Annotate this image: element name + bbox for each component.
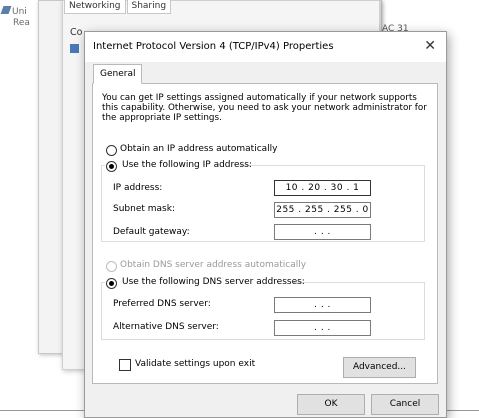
ip-manual-label[interactable]: Use the following IP address:	[122, 160, 252, 170]
dialog-title: Internet Protocol Version 4 (TCP/IPv4) P…	[93, 41, 334, 52]
bg-divider-left	[0, 410, 84, 411]
close-icon[interactable]: ✕	[424, 38, 436, 54]
ip-manual-option: Use the following IP address:	[105, 159, 252, 172]
ip-auto-radio[interactable]	[106, 145, 117, 156]
tab-general[interactable]: General	[93, 64, 143, 84]
subnet-mask-label: Subnet mask:	[113, 204, 175, 214]
dns-manual-radio[interactable]	[106, 278, 117, 289]
adapter-icon	[70, 44, 79, 53]
ipv4-properties-dialog: Internet Protocol Version 4 (TCP/IPv4) P…	[84, 31, 447, 418]
background-desktop-labels: Uni Rea	[0, 6, 30, 29]
dns-auto-radio[interactable]	[106, 261, 117, 272]
bg-connect-fragment: Co	[70, 27, 83, 38]
preferred-dns-input[interactable]: . . .	[274, 297, 371, 313]
preferred-dns-label: Preferred DNS server:	[113, 299, 211, 309]
cancel-button[interactable]: Cancel	[371, 394, 439, 415]
bg-divider-right	[445, 410, 479, 411]
ip-manual-radio[interactable]	[106, 161, 117, 172]
background-tabs: Networking Sharing	[64, 0, 172, 14]
dns-manual-label[interactable]: Use the following DNS server addresses:	[122, 277, 305, 287]
general-panel: You can get IP settings assigned automat…	[92, 83, 438, 384]
subnet-mask-input[interactable]: 255 . 255 . 255 . 0	[274, 202, 371, 218]
alternative-dns-input[interactable]: . . .	[274, 320, 371, 336]
validate-label[interactable]: Validate settings upon exit	[135, 359, 255, 369]
ip-auto-label[interactable]: Obtain an IP address automatically	[120, 144, 278, 154]
ok-button[interactable]: OK	[297, 394, 365, 415]
dialog-tabbar: General	[91, 64, 440, 84]
ip-address-label: IP address:	[113, 183, 163, 193]
default-gateway-label: Default gateway:	[113, 227, 190, 237]
default-gateway-input[interactable]: . . .	[274, 224, 371, 240]
bg-tab-networking: Networking	[64, 0, 126, 14]
network-icon	[0, 6, 12, 14]
advanced-button[interactable]: Advanced...	[343, 357, 416, 378]
description-text: You can get IP settings assigned automat…	[102, 93, 427, 123]
dialog-titlebar[interactable]: Internet Protocol Version 4 (TCP/IPv4) P…	[85, 32, 446, 62]
dns-auto-label[interactable]: Obtain DNS server address automatically	[120, 260, 306, 270]
bg-label-1: Uni	[0, 6, 30, 18]
alternative-dns-label: Alternative DNS server:	[113, 322, 219, 332]
bg-tab-sharing: Sharing	[126, 0, 172, 14]
ip-address-input[interactable]: 10 . 20 . 30 . 1	[274, 180, 371, 196]
bg-label-2: Rea	[13, 18, 30, 28]
validate-checkbox[interactable]	[119, 359, 131, 371]
dns-manual-option: Use the following DNS server addresses:	[105, 276, 305, 289]
